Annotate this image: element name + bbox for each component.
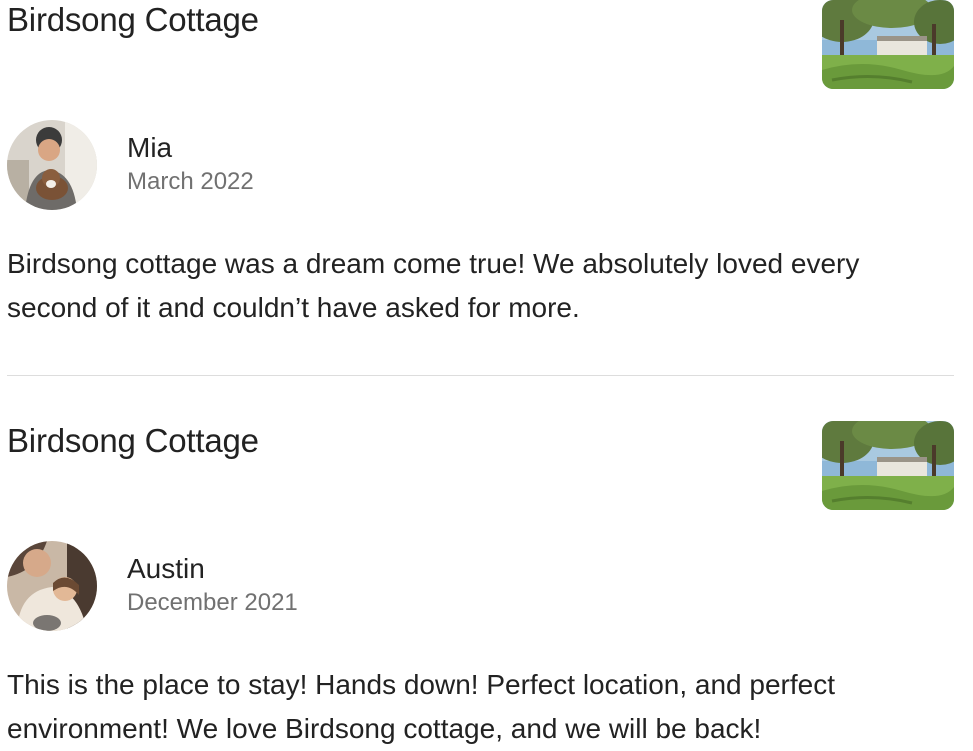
reviewer-name: Mia xyxy=(127,132,173,163)
listing-title[interactable]: Birdsong Cottage xyxy=(7,421,259,461)
review-text: This is the place to stay! Hands down! P… xyxy=(7,669,835,744)
reviewer-avatar[interactable] xyxy=(7,541,97,631)
listing-title[interactable]: Birdsong Cottage xyxy=(7,0,259,40)
listing-thumbnail[interactable] xyxy=(822,0,954,89)
reviewer-avatar[interactable] xyxy=(7,120,97,210)
review-date: December 2021 xyxy=(127,589,298,616)
reviewer-name: Austin xyxy=(127,553,205,584)
listing-thumbnail[interactable] xyxy=(822,421,954,510)
divider xyxy=(7,375,954,376)
review-text: Birdsong cottage was a dream come true! … xyxy=(7,248,860,323)
review-date: March 2022 xyxy=(127,168,254,195)
